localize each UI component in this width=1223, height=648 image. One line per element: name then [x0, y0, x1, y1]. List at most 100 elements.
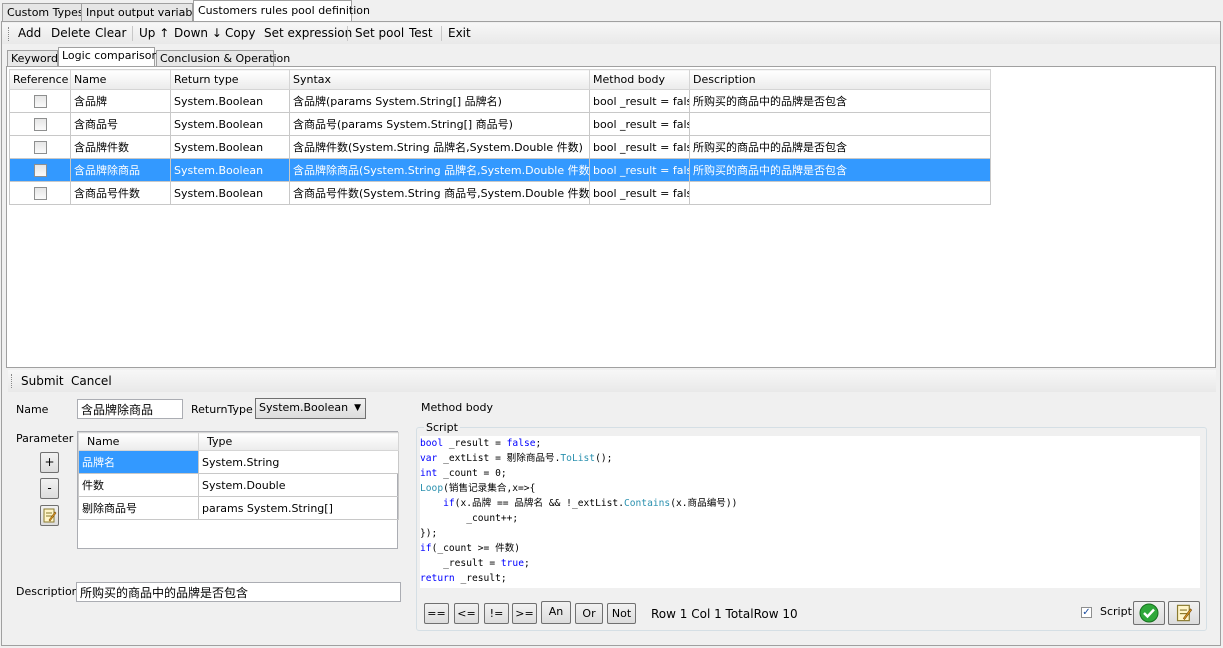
cell-name: 含品牌除商品: [70, 158, 171, 182]
delete-button[interactable]: Delete: [51, 26, 90, 40]
code-line: Loop(销售记录集合,x=>{: [420, 483, 536, 494]
cell-syntax: 含品牌(params System.String[] 品牌名): [289, 89, 590, 113]
cell-method-body: bool _result = fals...: [589, 89, 690, 113]
param-name-cell: 件数: [78, 473, 199, 497]
cell-return-type: System.Boolean: [170, 89, 290, 113]
cell-description: 所购买的商品中的品牌是否包含: [689, 135, 991, 159]
cancel-button[interactable]: Cancel: [71, 374, 112, 388]
set-expression-button[interactable]: Set expression: [264, 26, 352, 40]
edit-notepad-icon: [1176, 604, 1193, 622]
description-label: Description: [16, 585, 79, 598]
edit-parameter-button[interactable]: [40, 505, 59, 526]
table-row-selected[interactable]: 含品牌除商品 System.Boolean 含品牌除商品(System.Stri…: [9, 158, 991, 182]
parameter-grid-box: Name Type 品牌名 System.String 件数 System.Do…: [77, 431, 399, 549]
outer-tab-strip: Custom Types Input output variables Cust…: [0, 0, 1223, 22]
code-line: });: [420, 528, 438, 539]
cell-method-body: bool _result = fals...: [589, 158, 690, 182]
return-type-label: ReturnType: [191, 403, 253, 416]
script-checkbox[interactable]: ✓: [1081, 607, 1092, 618]
reference-checkbox[interactable]: [33, 94, 47, 108]
param-row[interactable]: 剔除商品号 params System.String[]: [78, 496, 399, 520]
cell-description: [689, 112, 991, 136]
script-checkbox-label: Script: [1100, 605, 1132, 618]
cell-method-body: bool _result = fals...: [589, 135, 690, 159]
tab-input-output-variables[interactable]: Input output variables: [81, 3, 208, 21]
code-line: return _result;: [420, 573, 507, 584]
tab-customers-rules-pool[interactable]: Customers rules pool definition: [193, 0, 370, 22]
submit-button[interactable]: Submit: [21, 374, 64, 388]
code-line: var _extList = 剔除商品号.ToList();: [420, 453, 613, 464]
apply-button[interactable]: [1133, 601, 1165, 625]
set-pool-button[interactable]: Set pool: [355, 26, 404, 40]
toolbar-separator: [441, 26, 442, 41]
op-less-equal-button[interactable]: <=: [454, 603, 479, 624]
exit-button[interactable]: Exit: [448, 26, 471, 40]
code-line: bool _result = false;: [420, 438, 542, 449]
cell-return-type: System.Boolean: [170, 135, 290, 159]
tab-keyword[interactable]: Keyword: [7, 50, 58, 67]
reference-checkbox[interactable]: [33, 117, 47, 131]
cell-description: 所购买的商品中的品牌是否包含: [689, 158, 991, 182]
editor-toolbar: Submit Cancel: [8, 370, 1216, 392]
column-header-method-body[interactable]: Method body: [589, 69, 690, 90]
logic-comparison-panel: Reference Name Return type Syntax Method…: [6, 66, 1216, 368]
return-type-select[interactable]: System.Boolean ▼: [255, 398, 366, 419]
param-row[interactable]: 件数 System.Double: [78, 473, 399, 497]
copy-button[interactable]: Copy: [225, 26, 255, 40]
return-type-value: System.Boolean: [259, 401, 349, 414]
cell-description: 所购买的商品中的品牌是否包含: [689, 89, 991, 113]
add-button[interactable]: Add: [18, 26, 41, 40]
cell-method-body: bool _result = fals...: [589, 112, 690, 136]
edit-notepad-icon: [43, 508, 57, 523]
param-header-type[interactable]: Type: [198, 432, 399, 451]
column-header-return-type[interactable]: Return type: [170, 69, 290, 90]
name-input[interactable]: 含品牌除商品: [77, 399, 183, 419]
down-button[interactable]: Down ↓: [174, 26, 222, 40]
param-row-selected[interactable]: 品牌名 System.String: [78, 450, 399, 474]
reference-checkbox[interactable]: [33, 163, 47, 177]
test-button[interactable]: Test: [409, 26, 433, 40]
edit-script-button[interactable]: [1168, 601, 1200, 625]
table-row[interactable]: 含品牌件数 System.Boolean 含品牌件数(System.String…: [9, 135, 991, 159]
cell-description: [689, 181, 991, 205]
cell-return-type: System.Boolean: [170, 112, 290, 136]
add-parameter-button[interactable]: +: [40, 452, 59, 473]
op-not-button[interactable]: Not: [607, 603, 636, 624]
param-type-cell: params System.String[]: [198, 496, 399, 520]
rules-grid: Reference Name Return type Syntax Method…: [9, 69, 991, 205]
column-header-name[interactable]: Name: [70, 69, 171, 90]
script-editor[interactable]: bool _result = false; var _extList = 剔除商品…: [420, 436, 1200, 588]
cell-return-type: System.Boolean: [170, 181, 290, 205]
toolbar-grip[interactable]: [11, 374, 15, 388]
column-header-reference[interactable]: Reference: [9, 69, 71, 90]
description-input[interactable]: 所购买的商品中的品牌是否包含: [76, 582, 401, 602]
clear-button[interactable]: Clear: [95, 26, 126, 40]
column-header-description[interactable]: Description: [689, 69, 991, 90]
code-line: if(_count >= 件数): [420, 543, 521, 554]
reference-checkbox[interactable]: [33, 140, 47, 154]
op-greater-equal-button[interactable]: >=: [512, 603, 537, 624]
op-and-button[interactable]: An: [541, 601, 571, 624]
remove-parameter-button[interactable]: -: [40, 478, 59, 499]
tab-logic-comparison[interactable]: Logic comparison: [58, 47, 158, 67]
tab-custom-types[interactable]: Custom Types: [2, 3, 84, 21]
param-header-name[interactable]: Name: [78, 432, 199, 451]
cell-name: 含商品号: [70, 112, 171, 136]
tab-conclusion-operation[interactable]: Conclusion & Operation: [156, 50, 290, 67]
table-row[interactable]: 含商品号件数 System.Boolean 含商品号件数(System.Stri…: [9, 181, 991, 205]
table-row[interactable]: 含商品号 System.Boolean 含商品号(params System.S…: [9, 112, 991, 136]
table-row[interactable]: 含品牌 System.Boolean 含品牌(params System.Str…: [9, 89, 991, 113]
op-equal-button[interactable]: ==: [424, 603, 449, 624]
up-button[interactable]: Up ↑: [139, 26, 169, 40]
name-label: Name: [16, 403, 49, 416]
code-line: int _count = 0;: [420, 468, 507, 479]
reference-checkbox[interactable]: [33, 186, 47, 200]
op-or-button[interactable]: Or: [575, 603, 603, 624]
toolbar-separator: [347, 26, 348, 41]
toolbar-grip[interactable]: [8, 27, 12, 41]
column-header-syntax[interactable]: Syntax: [289, 69, 590, 90]
op-not-equal-button[interactable]: !=: [484, 603, 509, 624]
cell-name: 含品牌件数: [70, 135, 171, 159]
param-name-cell: 品牌名: [78, 450, 199, 474]
grid-header-row: Reference Name Return type Syntax Method…: [9, 69, 991, 90]
